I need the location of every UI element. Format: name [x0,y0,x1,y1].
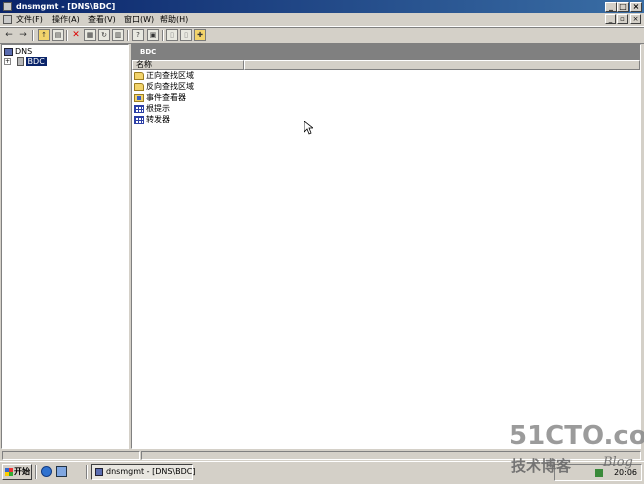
tree-pane: DNS + BDC [1,44,129,449]
server-icon [16,57,24,66]
task-app-icon [95,468,103,476]
help-icon[interactable]: ? [132,29,144,41]
task-label: dnsmgmt - [DNS\BDC] [106,467,196,476]
child-minimize-button[interactable]: _ [605,14,616,24]
taskbar-task-dnsmgmt[interactable]: dnsmgmt - [DNS\BDC] [91,464,196,480]
column-header-blank[interactable] [244,60,640,70]
list-item-label: 根提示 [146,104,170,113]
app-icon [3,2,12,11]
event-viewer-icon [134,93,144,102]
list-item-label: 事件查看器 [146,93,186,102]
list-item[interactable]: 根提示 [134,103,170,114]
list-item[interactable]: 反向查找区域 [134,81,194,92]
menu-bar: 文件(F) 操作(A) 查看(V) 窗口(W) 帮助(H) _ ▫ × [0,13,644,27]
tree-label-bdc: BDC [25,57,47,66]
pane-banner: BDC [132,45,640,60]
list-item-label: 反向查找区域 [146,82,194,91]
banner-title: BDC [140,48,157,56]
toolbar: ← → ↑ ▤ ✕ ▦ ↻ ▥ ? ▣ ▯ ▯ ✚ [0,27,644,44]
refresh-icon[interactable]: ↻ [98,29,110,41]
start-button[interactable]: 开始 [2,464,32,480]
quicklaunch-separator [35,465,37,479]
mdi-icon[interactable] [3,15,12,24]
windows-logo-icon [5,468,13,476]
server-list-icon[interactable]: ▯ [180,29,192,41]
dns-root-icon [4,47,13,56]
list-item[interactable]: 转发器 [134,114,170,125]
details-pane: BDC 名称 正向查找区域 反向查找区域 事件查看器 根提示 转发器 [131,44,641,449]
tree-expander[interactable]: + [4,58,11,65]
console-icon[interactable]: ▣ [147,29,159,41]
forwarders-icon [134,115,144,124]
properties-icon[interactable]: ▦ [84,29,96,41]
quicklaunch-separator [86,465,88,479]
tree-label-dns: DNS [15,47,33,56]
server-icon[interactable]: ▯ [166,29,178,41]
delete-icon[interactable]: ✕ [70,29,82,41]
column-header-name[interactable]: 名称 [132,60,244,70]
show-hide-tree-icon[interactable]: ▤ [52,29,64,41]
maximize-button[interactable]: □ [617,2,629,12]
start-label: 开始 [14,467,30,476]
menu-file[interactable]: 文件(F) [16,14,43,25]
tray-network-icon[interactable] [595,469,603,477]
tree-item-bdc[interactable]: + BDC [4,56,47,67]
watermark-slogan: 技术博客 [511,457,572,475]
close-button[interactable]: × [630,2,642,12]
toolbar-separator [127,30,129,41]
watermark-site: 51CTO.com [509,421,644,451]
up-folder-icon[interactable]: ↑ [38,29,50,41]
ie-icon[interactable] [41,466,52,477]
root-hints-icon [134,104,144,113]
minimize-button[interactable]: _ [605,2,617,12]
list-item-label: 转发器 [146,115,170,124]
list-item-label: 正向查找区域 [146,71,194,80]
toolbar-separator [66,30,68,41]
folder-icon [134,71,144,80]
menu-window[interactable]: 窗口(W) [124,14,154,25]
child-restore-button[interactable]: ▫ [617,14,628,24]
explorer-icon[interactable] [56,466,67,477]
window-title: dnsmgmt - [DNS\BDC] [16,2,116,11]
child-close-button[interactable]: × [630,14,641,24]
toolbar-separator [32,30,34,41]
menu-view[interactable]: 查看(V) [88,14,116,25]
watermark-blog: Blog [603,455,633,470]
back-icon[interactable]: ← [3,29,15,41]
export-list-icon[interactable]: ▥ [112,29,124,41]
status-cell [2,451,140,460]
new-zone-icon[interactable]: ✚ [194,29,206,41]
menu-action[interactable]: 操作(A) [52,14,80,25]
folder-icon [134,82,144,91]
toolbar-separator [162,30,164,41]
menu-help[interactable]: 帮助(H) [160,14,188,25]
forward-icon[interactable]: → [17,29,29,41]
list-item[interactable]: 正向查找区域 [134,70,194,81]
list-item[interactable]: 事件查看器 [134,92,186,103]
mouse-cursor-icon [304,121,313,135]
title-bar[interactable]: dnsmgmt - [DNS\BDC] _ □ × [0,0,644,13]
